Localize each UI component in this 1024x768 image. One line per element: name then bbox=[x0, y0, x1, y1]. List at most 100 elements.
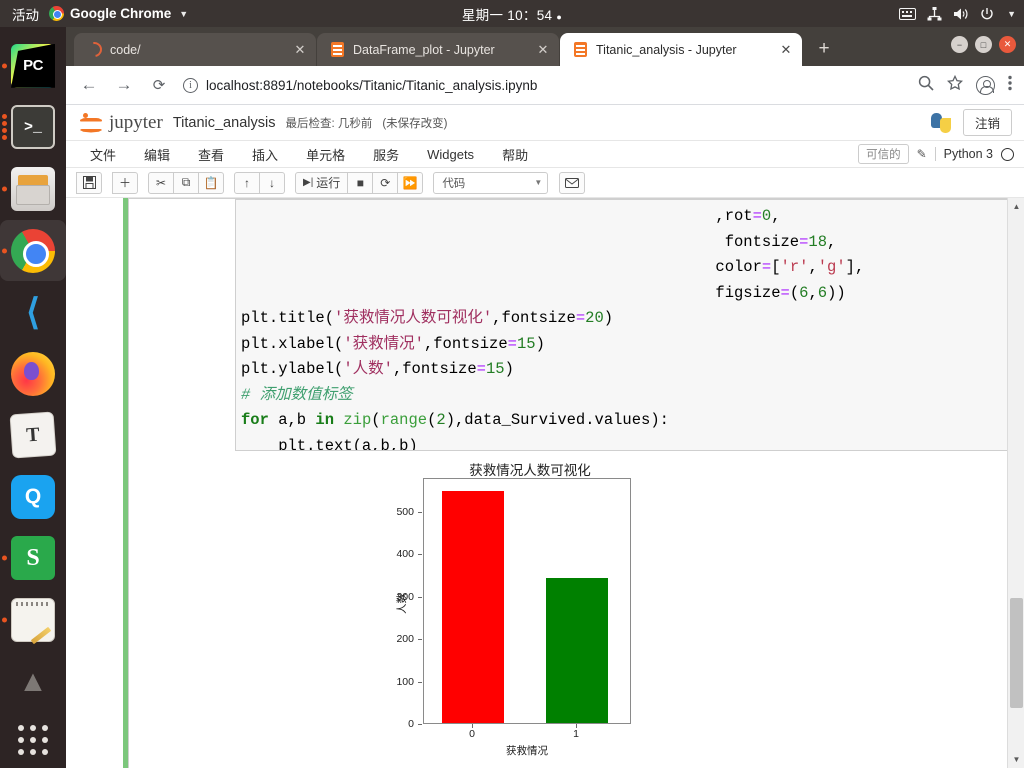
network-icon[interactable] bbox=[927, 6, 942, 21]
info-icon[interactable]: i bbox=[183, 77, 198, 93]
interrupt-kernel-button[interactable]: ■ bbox=[347, 171, 374, 194]
close-icon[interactable]: ✕ bbox=[292, 42, 308, 58]
trusted-badge[interactable]: 可信的 bbox=[858, 144, 909, 164]
insert-cell-button[interactable]: ＋ bbox=[112, 171, 138, 194]
menu-insert[interactable]: 插入 bbox=[238, 145, 292, 164]
close-icon[interactable]: ✕ bbox=[778, 42, 794, 58]
dock-item-typora[interactable]: T bbox=[0, 404, 66, 466]
chrome-window: code/ ✕ DataFrame_plot - Jupyter ✕ Titan… bbox=[66, 27, 1024, 768]
volume-icon[interactable] bbox=[953, 7, 969, 21]
code-line: for a,b in zip(range(2),data_Survived.va… bbox=[241, 411, 669, 429]
minimize-button[interactable]: − bbox=[951, 36, 968, 53]
system-tray[interactable]: ▼ bbox=[899, 0, 1016, 27]
show-applications-button[interactable] bbox=[0, 712, 66, 768]
scroll-up-icon[interactable]: ▲ bbox=[1008, 198, 1024, 215]
dock-item-anaconda[interactable]: ▲ bbox=[0, 651, 66, 713]
dock-item-firefox[interactable] bbox=[0, 343, 66, 405]
code-line: ,rot=0, bbox=[241, 207, 781, 225]
run-button[interactable]: ▶| 运行 bbox=[295, 171, 349, 194]
menu-file[interactable]: 文件 bbox=[76, 145, 130, 164]
menu-kernel[interactable]: 服务 bbox=[359, 145, 413, 164]
power-icon[interactable] bbox=[980, 7, 994, 21]
last-checkpoint: 最后检查: 几秒前 bbox=[285, 117, 373, 130]
browser-tab-dataframe-plot[interactable]: DataFrame_plot - Jupyter ✕ bbox=[317, 33, 559, 66]
dock-item-qq[interactable]: Q bbox=[0, 466, 66, 528]
chevron-down-icon[interactable]: ▼ bbox=[1007, 9, 1016, 19]
copy-button[interactable]: ⧉ bbox=[173, 171, 199, 194]
scroll-down-icon[interactable]: ▼ bbox=[1008, 751, 1024, 768]
jupyter-logo[interactable]: jupyter bbox=[80, 112, 163, 134]
ytick-label-100: 100 bbox=[396, 675, 414, 688]
code-line: # 添加数值标签 bbox=[241, 385, 353, 404]
maximize-button[interactable]: □ bbox=[975, 36, 992, 53]
vertical-scrollbar[interactable]: ▲ ▼ bbox=[1007, 198, 1024, 768]
gnome-top-bar: 活动 Google Chrome ▼ 星期一 10：54 ● ▼ bbox=[0, 0, 1024, 27]
tab-title: Titanic_analysis - Jupyter bbox=[596, 42, 737, 57]
ytick-mark bbox=[418, 554, 422, 556]
cell-type-select[interactable]: 代码 ▼ bbox=[433, 171, 549, 194]
dock-item-vscode[interactable]: ⟨ bbox=[0, 281, 66, 343]
dock-item-terminal[interactable]: >_ bbox=[0, 97, 66, 159]
toolbar-group-add: ＋ bbox=[112, 171, 138, 194]
save-button[interactable] bbox=[76, 171, 102, 194]
matplotlib-figure: 获救情况人数可视化 0 100 200 300 400 500 0 1 人数 获… bbox=[380, 454, 680, 757]
ytick-mark bbox=[418, 639, 422, 641]
address-bar[interactable]: i localhost:8891/notebooks/Titanic/Titan… bbox=[183, 72, 905, 98]
browser-tab-titanic-analysis[interactable]: Titanic_analysis - Jupyter ✕ bbox=[560, 33, 802, 66]
ytick-mark bbox=[418, 681, 422, 683]
menu-edit[interactable]: 编辑 bbox=[130, 145, 184, 164]
code-line: plt.text(a,b,b) bbox=[278, 436, 418, 451]
notebook-cell[interactable]: ,rot=0, fontsize=18, color=['r','g'], fi… bbox=[123, 198, 1016, 768]
jupyter-header-right: 注销 bbox=[930, 109, 1012, 136]
dock-item-chrome[interactable] bbox=[0, 219, 66, 282]
menu-widgets[interactable]: Widgets bbox=[413, 147, 488, 162]
menu-cell[interactable]: 单元格 bbox=[292, 145, 359, 164]
close-window-button[interactable]: ✕ bbox=[999, 36, 1016, 53]
restart-run-all-button[interactable]: ⏩ bbox=[397, 171, 424, 194]
command-palette-button[interactable] bbox=[559, 171, 586, 194]
forward-button[interactable]: → bbox=[113, 75, 135, 95]
browser-tab-code[interactable]: code/ ✕ bbox=[74, 33, 316, 66]
omnibox-bar: ← → ⟳ i localhost:8891/notebooks/Titanic… bbox=[66, 66, 1024, 105]
vscode-icon: ⟨ bbox=[25, 291, 41, 333]
close-icon[interactable]: ✕ bbox=[535, 42, 551, 58]
keyboard-icon[interactable] bbox=[899, 7, 917, 20]
cut-button[interactable]: ✂ bbox=[148, 171, 174, 194]
screen: 活动 Google Chrome ▼ 星期一 10：54 ● ▼ PC >_ ⟨… bbox=[0, 0, 1024, 768]
star-icon[interactable] bbox=[946, 74, 964, 95]
move-cell-up-button[interactable]: ↑ bbox=[234, 171, 260, 194]
logout-button[interactable]: 注销 bbox=[962, 109, 1012, 136]
unsaved-status: (未保存改变) bbox=[382, 117, 448, 130]
dock-item-notes[interactable] bbox=[0, 589, 66, 651]
pycharm-icon: PC bbox=[11, 43, 55, 88]
kernel-name[interactable]: Python 3 bbox=[934, 147, 993, 161]
dock-item-pycharm[interactable]: PC bbox=[0, 35, 66, 97]
menu-icon[interactable] bbox=[1008, 75, 1012, 95]
scrollbar-thumb[interactable] bbox=[1010, 598, 1023, 708]
wps-icon: S bbox=[11, 536, 55, 581]
pencil-icon: ✎ bbox=[916, 147, 927, 161]
dock-item-files[interactable] bbox=[0, 158, 66, 220]
dock-item-wps[interactable]: S bbox=[0, 528, 66, 590]
profile-icon[interactable] bbox=[976, 75, 995, 95]
new-tab-button[interactable]: + bbox=[812, 38, 836, 60]
paste-button[interactable]: 📋 bbox=[198, 171, 224, 194]
chart-title: 获救情况人数可视化 bbox=[469, 463, 591, 478]
notebook-scroll-area[interactable]: ,rot=0, fontsize=18, color=['r','g'], fi… bbox=[66, 198, 1024, 768]
ytick-mark bbox=[418, 596, 422, 598]
jupyter-toolbar: ＋ ✂ ⧉ 📋 ↑ ↓ ▶| 运行 ■ ⟳ ⏩ 代码 ▼ bbox=[66, 168, 1024, 198]
code-editor[interactable]: ,rot=0, fontsize=18, color=['r','g'], fi… bbox=[235, 199, 1015, 451]
restart-kernel-button[interactable]: ⟳ bbox=[372, 171, 399, 194]
back-button[interactable]: ← bbox=[78, 75, 100, 95]
clock[interactable]: 星期一 10：54 ● bbox=[0, 4, 1024, 24]
menu-help[interactable]: 帮助 bbox=[488, 145, 542, 164]
search-icon[interactable] bbox=[918, 75, 934, 95]
notes-icon bbox=[11, 597, 55, 642]
reload-button[interactable]: ⟳ bbox=[148, 76, 170, 94]
menu-view[interactable]: 查看 bbox=[184, 145, 238, 164]
firefox-icon bbox=[11, 351, 55, 396]
jupyter-notebook-app: jupyter Titanic_analysis 最后检查: 几秒前 (未保存改… bbox=[66, 105, 1024, 768]
move-cell-down-button[interactable]: ↓ bbox=[259, 171, 285, 194]
running-indicator bbox=[2, 555, 7, 561]
notebook-name[interactable]: Titanic_analysis bbox=[173, 115, 276, 131]
